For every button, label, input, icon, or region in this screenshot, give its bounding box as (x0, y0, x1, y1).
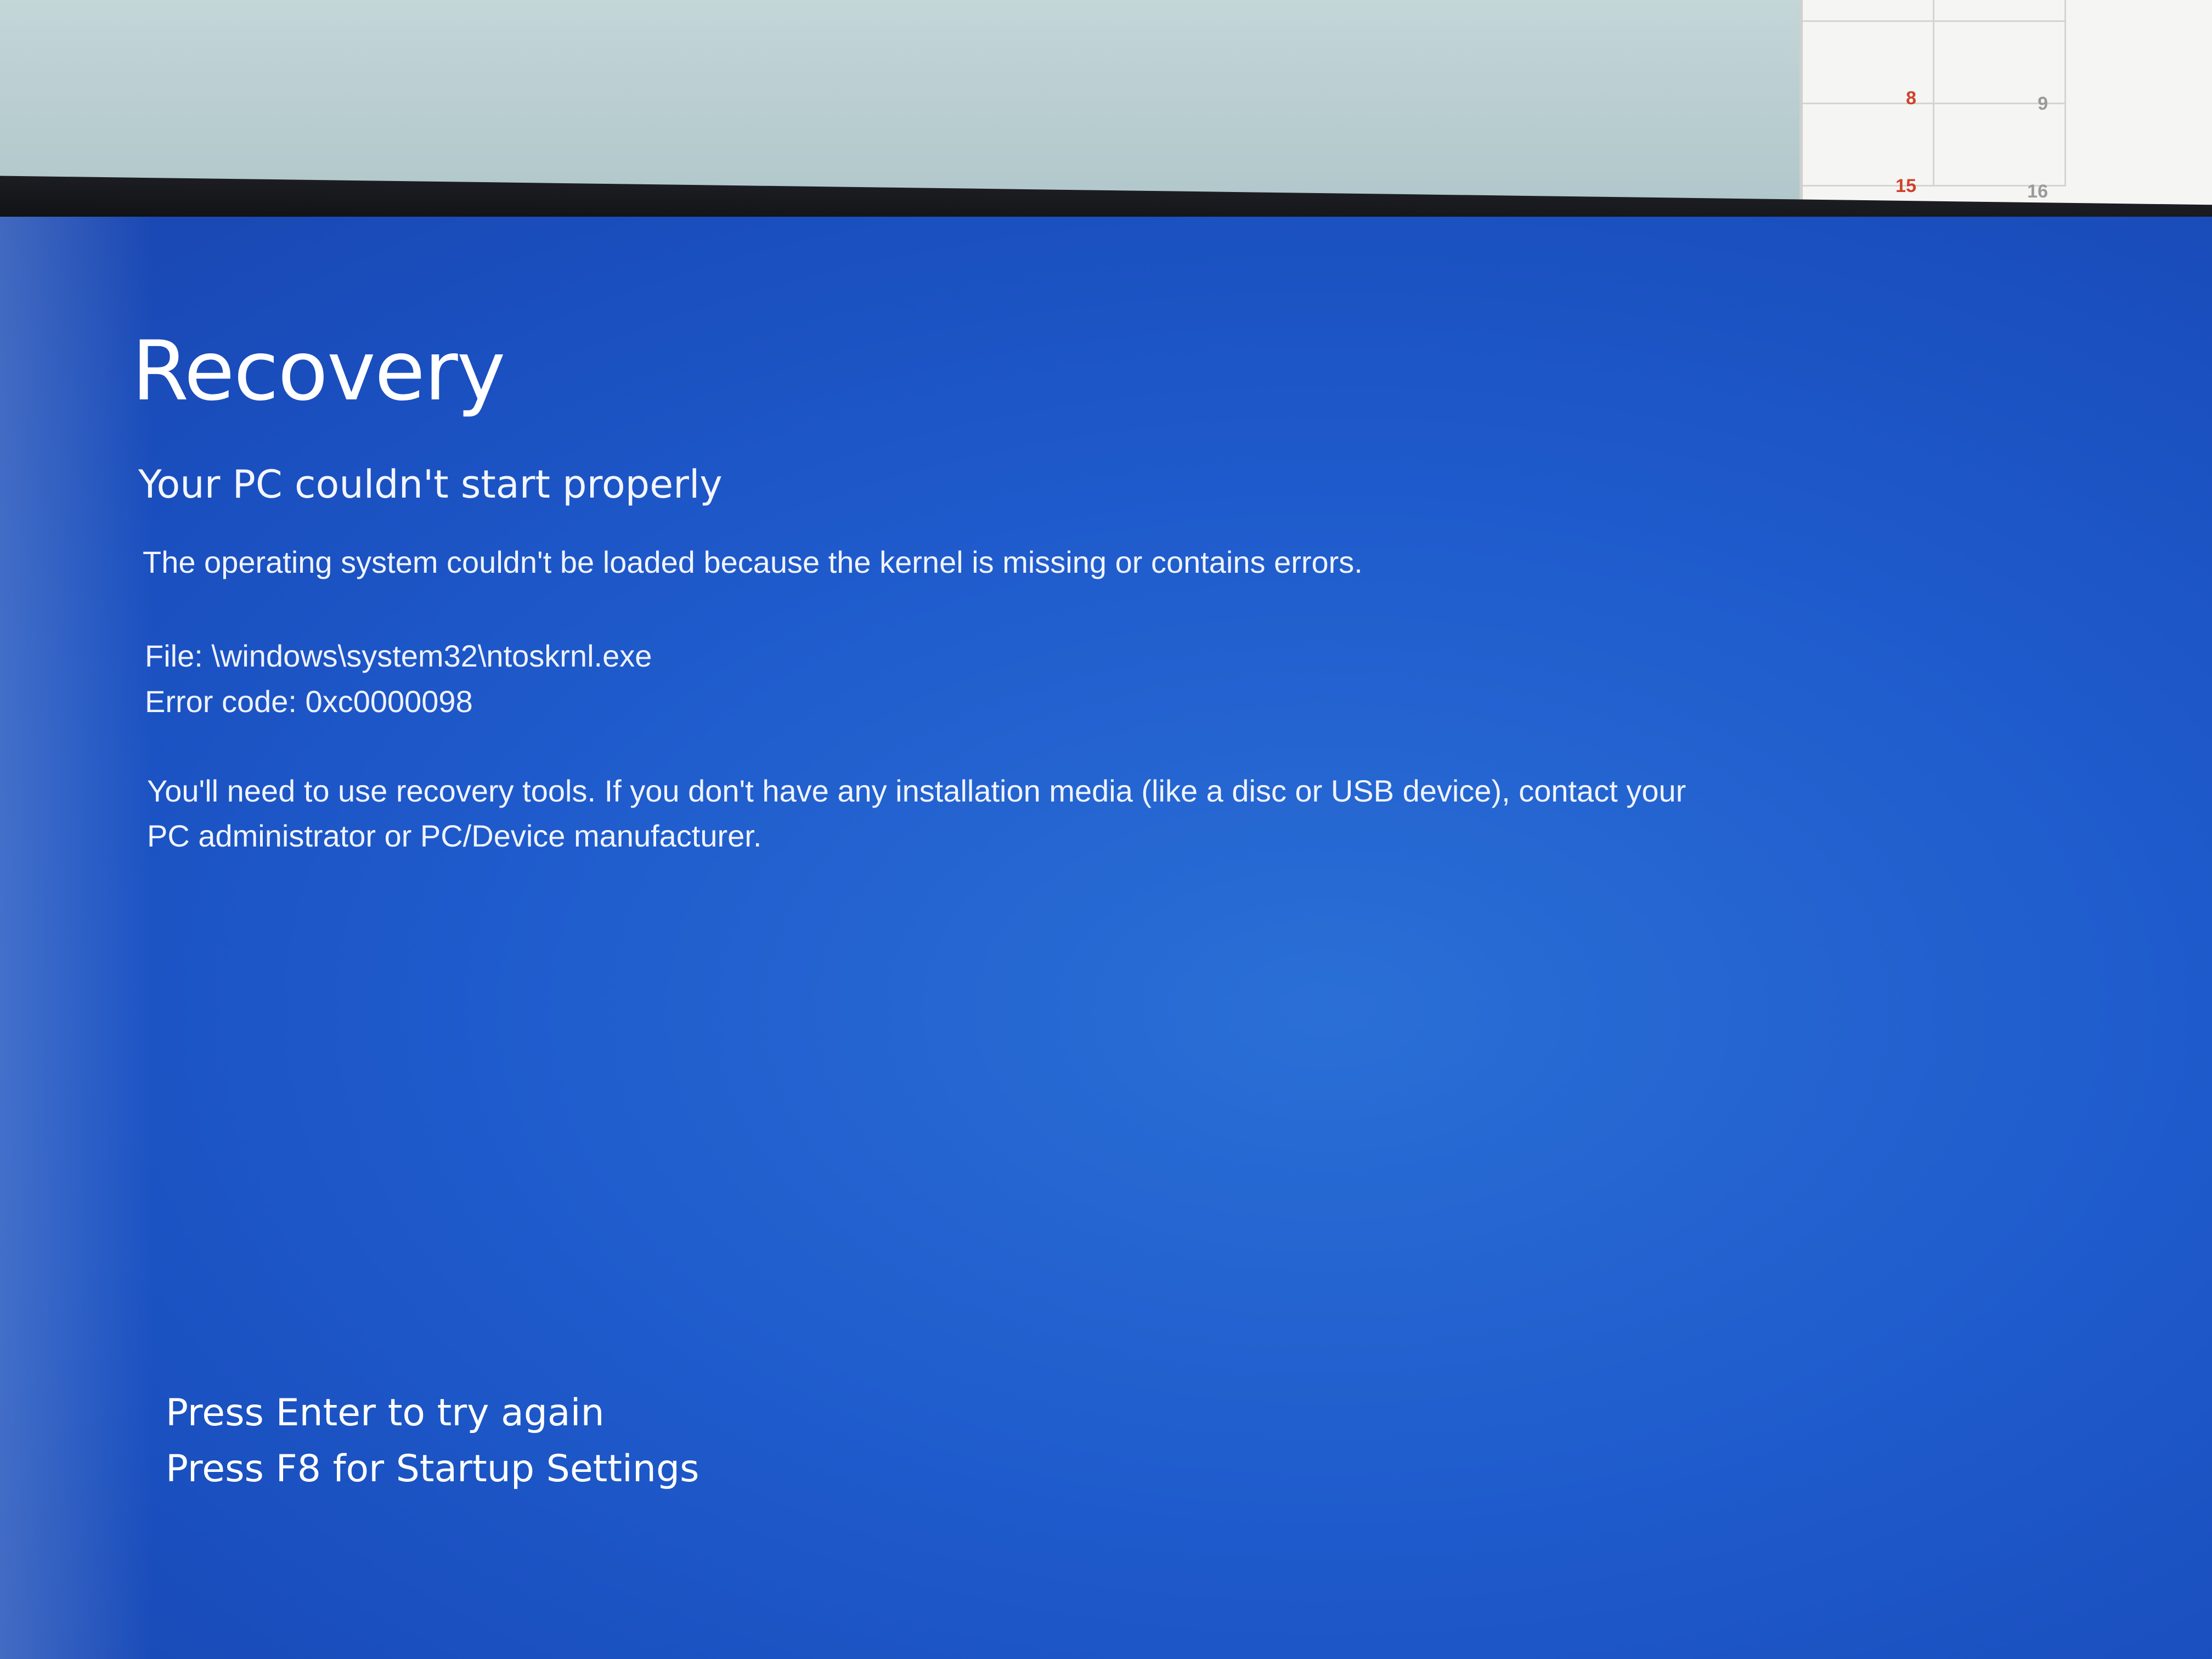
error-file-path: File: \windows\system32\ntoskrnl.exe (145, 639, 652, 673)
calendar-cell: 16 (1934, 104, 2066, 202)
calendar-cell: 9 (1934, 22, 2066, 114)
recovery-screen: Recovery Your PC couldn't start properly… (0, 217, 2212, 1659)
error-subtitle: Your PC couldn't start properly (138, 462, 723, 507)
error-code: Error code: 0xc0000098 (145, 684, 473, 719)
recovery-guidance: You'll need to use recovery tools. If yo… (147, 774, 1686, 853)
press-f8-option[interactable]: Press F8 for Startup Settings (166, 1441, 699, 1497)
error-description: The operating system couldn't be loaded … (143, 545, 1363, 579)
calendar-cell: 2 (1934, 0, 2066, 22)
recovery-content: Recovery Your PC couldn't start properly… (132, 324, 2107, 859)
calendar-day-number: 16 (2027, 181, 2048, 202)
calendar-cell: 1 (1803, 0, 1934, 22)
page-title: Recovery (132, 324, 506, 419)
press-enter-option[interactable]: Press Enter to try again (166, 1385, 699, 1441)
wall-calendar: 1 2 8 9 15 16 (1799, 0, 2212, 219)
calendar-cell: 15 (1803, 104, 1934, 196)
calendar-cell: 8 (1803, 22, 1934, 109)
calendar-day-number: 15 (1895, 176, 1916, 196)
key-actions: Press Enter to try again Press F8 for St… (166, 1385, 699, 1497)
